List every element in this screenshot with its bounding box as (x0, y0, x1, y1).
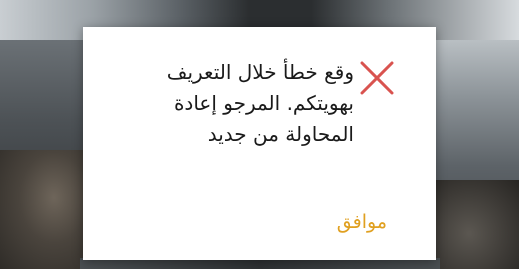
error-message-line-3: المحاولة من جديد (207, 122, 354, 146)
ok-button[interactable]: موافق (335, 207, 389, 237)
background-left-rock (0, 150, 90, 269)
screen: وقع خطأ خلال التعريف بهويتكم. المرجو إعا… (0, 0, 519, 269)
error-message: وقع خطأ خلال التعريف بهويتكم. المرجو إعا… (114, 57, 354, 150)
background-right-rock (436, 180, 519, 269)
error-x-icon (360, 61, 394, 95)
error-dialog: وقع خطأ خلال التعريف بهويتكم. المرجو إعا… (83, 27, 436, 260)
error-message-line-2: بهويتكم. المرجو إعادة (173, 91, 354, 115)
error-message-line-1: وقع خطأ خلال التعريف (166, 60, 354, 84)
